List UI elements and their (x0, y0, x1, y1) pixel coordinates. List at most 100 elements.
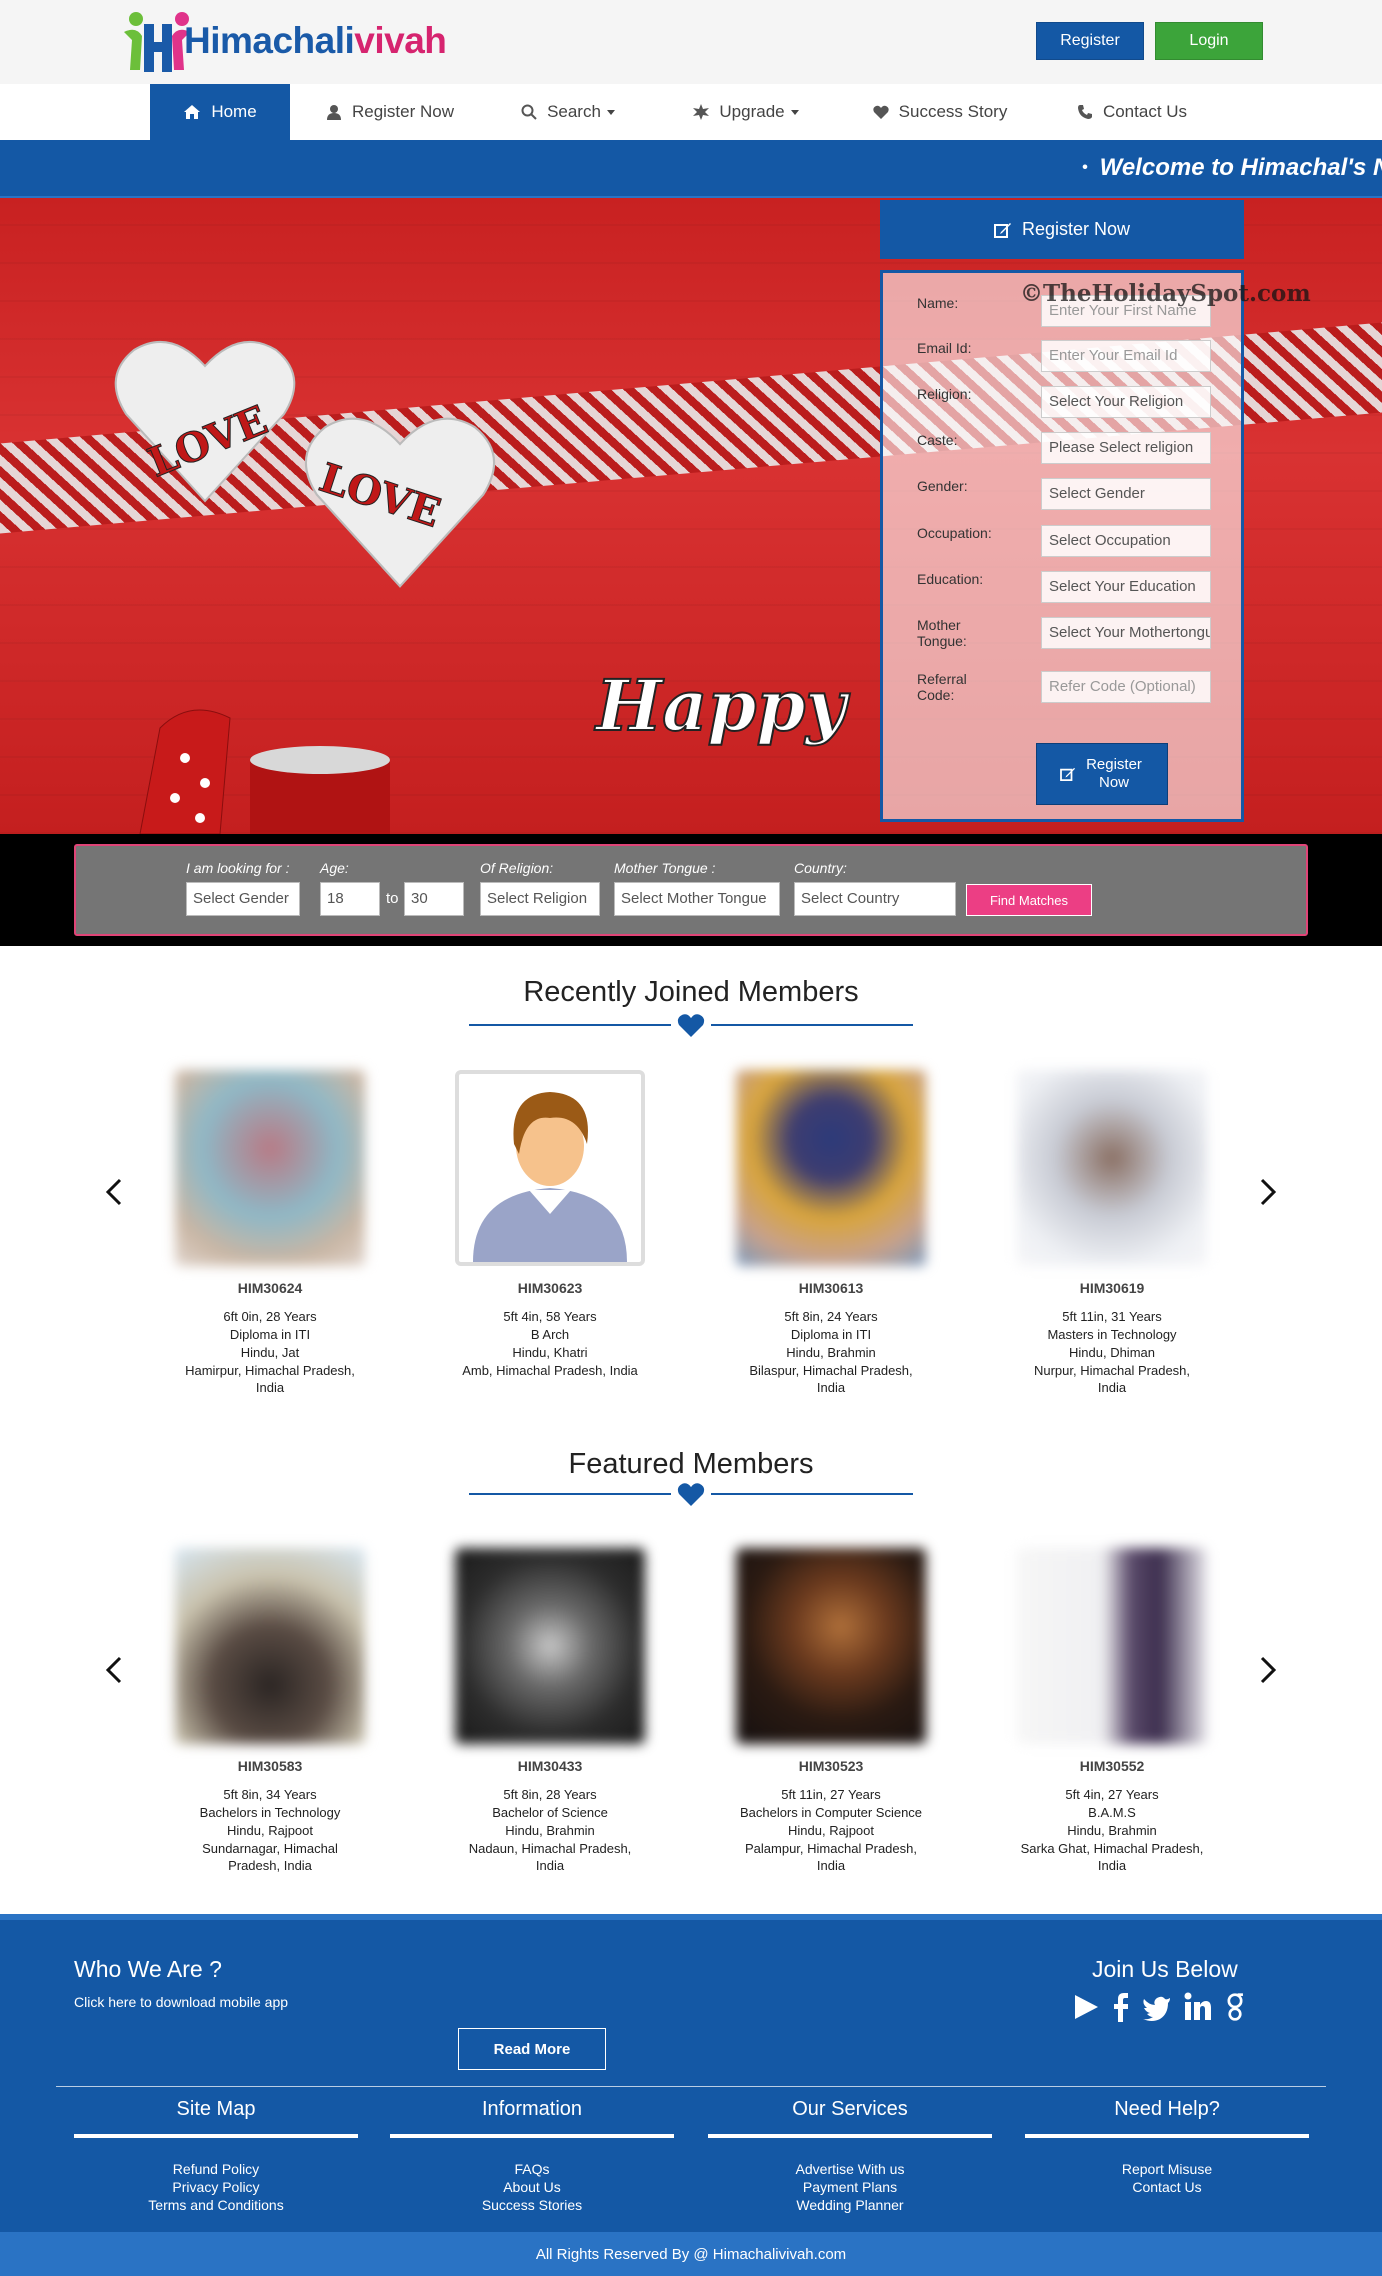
member-religion-caste: Hindu, Jat (240, 1345, 300, 1360)
member-location-2: India (816, 1858, 846, 1873)
nav-upgrade[interactable]: Upgrade (676, 84, 816, 140)
edit-icon (1060, 767, 1075, 781)
download-app-link[interactable]: Click here to download mobile app (74, 1994, 288, 2010)
copyright-bar: All Rights Reserved By @ Himachalivivah.… (0, 2232, 1382, 2276)
login-button[interactable]: Login (1155, 22, 1263, 60)
success-stories-link[interactable]: Success Stories (390, 2196, 674, 2214)
find-matches-button[interactable]: Find Matches (966, 884, 1092, 916)
faqs-link[interactable]: FAQs (390, 2160, 674, 2178)
nav-contact-us[interactable]: Contact Us (1062, 84, 1202, 140)
register-submit-label: Register Now (1086, 756, 1142, 791)
chevron-down-icon (606, 109, 615, 115)
nav-home[interactable]: Home (150, 84, 290, 140)
member-photo[interactable] (736, 1070, 926, 1266)
form-row-referral: Referral Code: Refer Code (Optional) (917, 671, 1211, 703)
gift-box-icon (139, 709, 390, 834)
top-header: Himachalivivah Register Login (0, 0, 1382, 84)
member-id[interactable]: HIM30523 (719, 1758, 943, 1774)
referral-label: Referral Code: (917, 671, 967, 703)
nav-upgrade-label: Upgrade (719, 102, 785, 121)
welcome-marquee: Welcome to Himachal's N (0, 140, 1382, 198)
age-to-label: to (386, 890, 399, 907)
quick-search-strip: I am looking for : Select Gender Age: 18… (0, 834, 1382, 946)
member-photo[interactable] (175, 1548, 365, 1744)
join-us-title: Join Us Below (1092, 1956, 1238, 1982)
caste-select[interactable]: Please Select religion (1041, 432, 1211, 464)
religion-search-label: Of Religion: (480, 860, 554, 876)
nav-search[interactable]: Search (508, 84, 628, 140)
privacy-policy-link[interactable]: Privacy Policy (74, 2178, 358, 2196)
badge-icon (693, 104, 710, 120)
footer-col-services: Our Services Advertise With us Payment P… (708, 2098, 992, 2214)
report-misuse-link[interactable]: Report Misuse (1025, 2160, 1309, 2178)
next-arrow-icon[interactable] (1252, 1650, 1282, 1690)
age-from-input[interactable]: 18 (320, 882, 380, 916)
read-more-button[interactable]: Read More (458, 2028, 606, 2070)
footer-divider (56, 2086, 1326, 2087)
member-id[interactable]: HIM30552 (1000, 1758, 1224, 1774)
register-button[interactable]: Register (1036, 22, 1144, 60)
prev-arrow-icon[interactable] (100, 1650, 130, 1690)
religion-search-select[interactable]: Select Religion (480, 882, 600, 916)
terms-link[interactable]: Terms and Conditions (74, 2196, 358, 2214)
mother-tongue-select[interactable]: Select Your Mothertongue (1041, 617, 1211, 649)
payment-plans-link[interactable]: Payment Plans (708, 2178, 992, 2196)
twitter-icon[interactable] (1142, 1992, 1172, 2022)
member-education: Bachelors in Computer Science (739, 1805, 923, 1820)
member-photo[interactable] (455, 1070, 645, 1266)
phone-icon (1077, 105, 1092, 119)
google-icon[interactable] (1224, 1992, 1246, 2022)
member-location: Amb, Himachal Pradesh, India (462, 1363, 638, 1378)
member-id[interactable]: HIM30433 (438, 1758, 662, 1774)
member-id[interactable]: HIM30624 (158, 1280, 382, 1296)
country-select[interactable]: Select Country (794, 882, 956, 916)
wedding-planner-link[interactable]: Wedding Planner (708, 2196, 992, 2214)
chevron-down-icon (790, 109, 799, 115)
member-location-2: India (255, 1380, 285, 1395)
site-logo[interactable]: Himachalivivah (122, 10, 452, 78)
member-location-2: India (1097, 1858, 1127, 1873)
register-now-submit-button[interactable]: Register Now (1036, 743, 1168, 805)
nav-register-now[interactable]: Register Now (310, 84, 470, 140)
refund-policy-link[interactable]: Refund Policy (74, 2160, 358, 2178)
advertise-link[interactable]: Advertise With us (708, 2160, 992, 2178)
member-height-age: 5ft 4in, 58 Years (503, 1309, 597, 1324)
member-photo[interactable] (175, 1070, 365, 1266)
play-icon[interactable] (1072, 1992, 1100, 2022)
gender-search-select[interactable]: Select Gender (186, 882, 300, 916)
email-input[interactable]: Enter Your Email Id (1041, 340, 1211, 372)
member-photo[interactable] (1017, 1070, 1207, 1266)
age-to-input[interactable]: 30 (404, 882, 464, 916)
member-photo[interactable] (736, 1548, 926, 1744)
member-id[interactable]: HIM30613 (719, 1280, 943, 1296)
education-select[interactable]: Select Your Education (1041, 571, 1211, 603)
contact-us-link[interactable]: Contact Us (1025, 2178, 1309, 2196)
religion-select[interactable]: Select Your Religion (1041, 386, 1211, 418)
occupation-select[interactable]: Select Occupation (1041, 525, 1211, 557)
section-divider (469, 1013, 913, 1037)
mother-tongue-search-select[interactable]: Select Mother Tongue (614, 882, 780, 916)
about-us-link[interactable]: About Us (390, 2178, 674, 2196)
member-education: Diploma in ITI (790, 1327, 872, 1342)
member-photo[interactable] (455, 1548, 645, 1744)
member-location: Palampur, Himachal Pradesh, (745, 1841, 917, 1856)
facebook-icon[interactable] (1110, 1992, 1130, 2022)
happy-script-text: Happy (595, 663, 847, 748)
member-id[interactable]: HIM30583 (158, 1758, 382, 1774)
form-row-occupation: Occupation: Select Occupation (917, 525, 1211, 557)
member-religion-caste: Hindu, Dhiman (1069, 1345, 1155, 1360)
member-id[interactable]: HIM30623 (438, 1280, 662, 1296)
linkedin-icon[interactable] (1184, 1992, 1212, 2022)
next-arrow-icon[interactable] (1252, 1172, 1282, 1212)
referral-code-input[interactable]: Refer Code (Optional) (1041, 671, 1211, 703)
site-map-title: Site Map (176, 2098, 256, 2120)
member-id[interactable]: HIM30619 (1000, 1280, 1224, 1296)
member-education: Bachelors in Technology (199, 1805, 341, 1820)
member-location-2: India (535, 1858, 565, 1873)
member-height-age: 5ft 8in, 24 Years (784, 1309, 878, 1324)
member-photo[interactable] (1017, 1548, 1207, 1744)
nav-success-story[interactable]: Success Story (860, 84, 1020, 140)
member-location-2: India (816, 1380, 846, 1395)
gender-select[interactable]: Select Gender (1041, 478, 1211, 510)
prev-arrow-icon[interactable] (100, 1172, 130, 1212)
